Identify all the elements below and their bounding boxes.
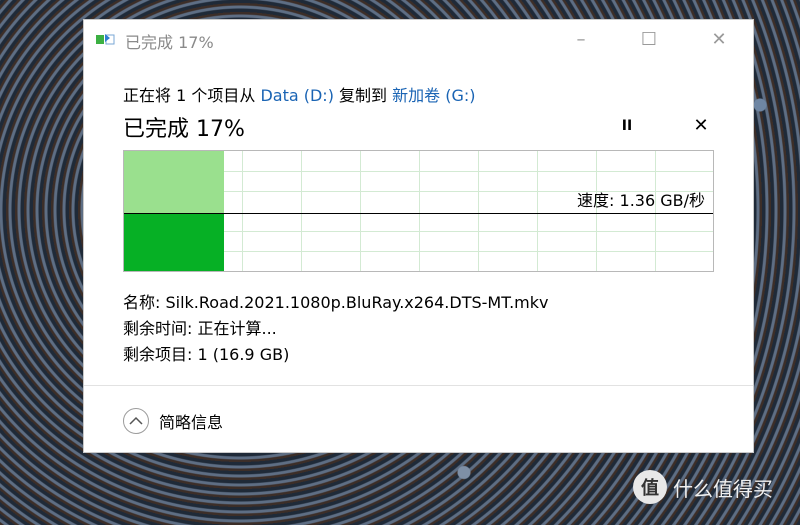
chevron-up-icon[interactable] xyxy=(123,408,149,434)
watermark-text: 什么值得买 xyxy=(673,476,773,501)
copy-icon xyxy=(96,34,115,45)
watermark-logo-icon: 值 xyxy=(633,470,667,504)
titlebar: 已完成 17% – ☐ ✕ xyxy=(84,20,753,60)
transfer-speed-graph: 速度: 1.36 GB/秒 xyxy=(123,150,714,272)
details-panel: 名称: Silk.Road.2021.1080p.BluRay.x264.DTS… xyxy=(123,290,549,368)
pause-button[interactable]: II xyxy=(614,115,640,137)
progress-status: 已完成 17% xyxy=(123,117,245,142)
items-remaining: 剩余项目: 1 (16.9 GB) xyxy=(123,345,290,364)
progress-fill-dark xyxy=(124,213,224,271)
file-name: 名称: Silk.Road.2021.1080p.BluRay.x264.DTS… xyxy=(123,293,549,312)
copy-middle: 复制到 xyxy=(339,86,388,105)
window-title: 已完成 17% xyxy=(125,33,214,52)
speed-label: 速度: 1.36 GB/秒 xyxy=(577,191,705,210)
grid-line xyxy=(419,151,420,271)
grid-line xyxy=(478,151,479,271)
time-remaining: 剩余时间: 正在计算... xyxy=(123,319,277,338)
fewer-details-label[interactable]: 简略信息 xyxy=(159,409,223,433)
cancel-button[interactable]: ✕ xyxy=(688,115,714,137)
speed-line xyxy=(124,213,713,214)
maximize-button[interactable]: ☐ xyxy=(634,28,664,52)
grid-line xyxy=(596,151,597,271)
copy-description: 正在将 1 个项目从 Data (D:) 复制到 新加卷 (G:) xyxy=(123,82,476,106)
grid-line xyxy=(655,151,656,271)
grid-line xyxy=(537,151,538,271)
copy-prefix: 正在将 1 个项目从 xyxy=(123,86,256,105)
close-button[interactable]: ✕ xyxy=(704,28,734,52)
minimize-button[interactable]: – xyxy=(566,28,596,52)
source-link[interactable]: Data (D:) xyxy=(260,86,333,105)
fewer-details-toggle[interactable]: 简略信息 xyxy=(123,408,223,434)
watermark: 值 什么值得买 xyxy=(633,470,773,504)
copy-progress-dialog: 已完成 17% – ☐ ✕ 正在将 1 个项目从 Data (D:) 复制到 新… xyxy=(83,19,754,453)
grid-line xyxy=(301,151,302,271)
destination-link[interactable]: 新加卷 (G:) xyxy=(392,86,475,105)
divider xyxy=(84,385,753,386)
grid-line xyxy=(242,151,243,271)
progress-fill-light xyxy=(124,151,224,213)
grid-line xyxy=(360,151,361,271)
